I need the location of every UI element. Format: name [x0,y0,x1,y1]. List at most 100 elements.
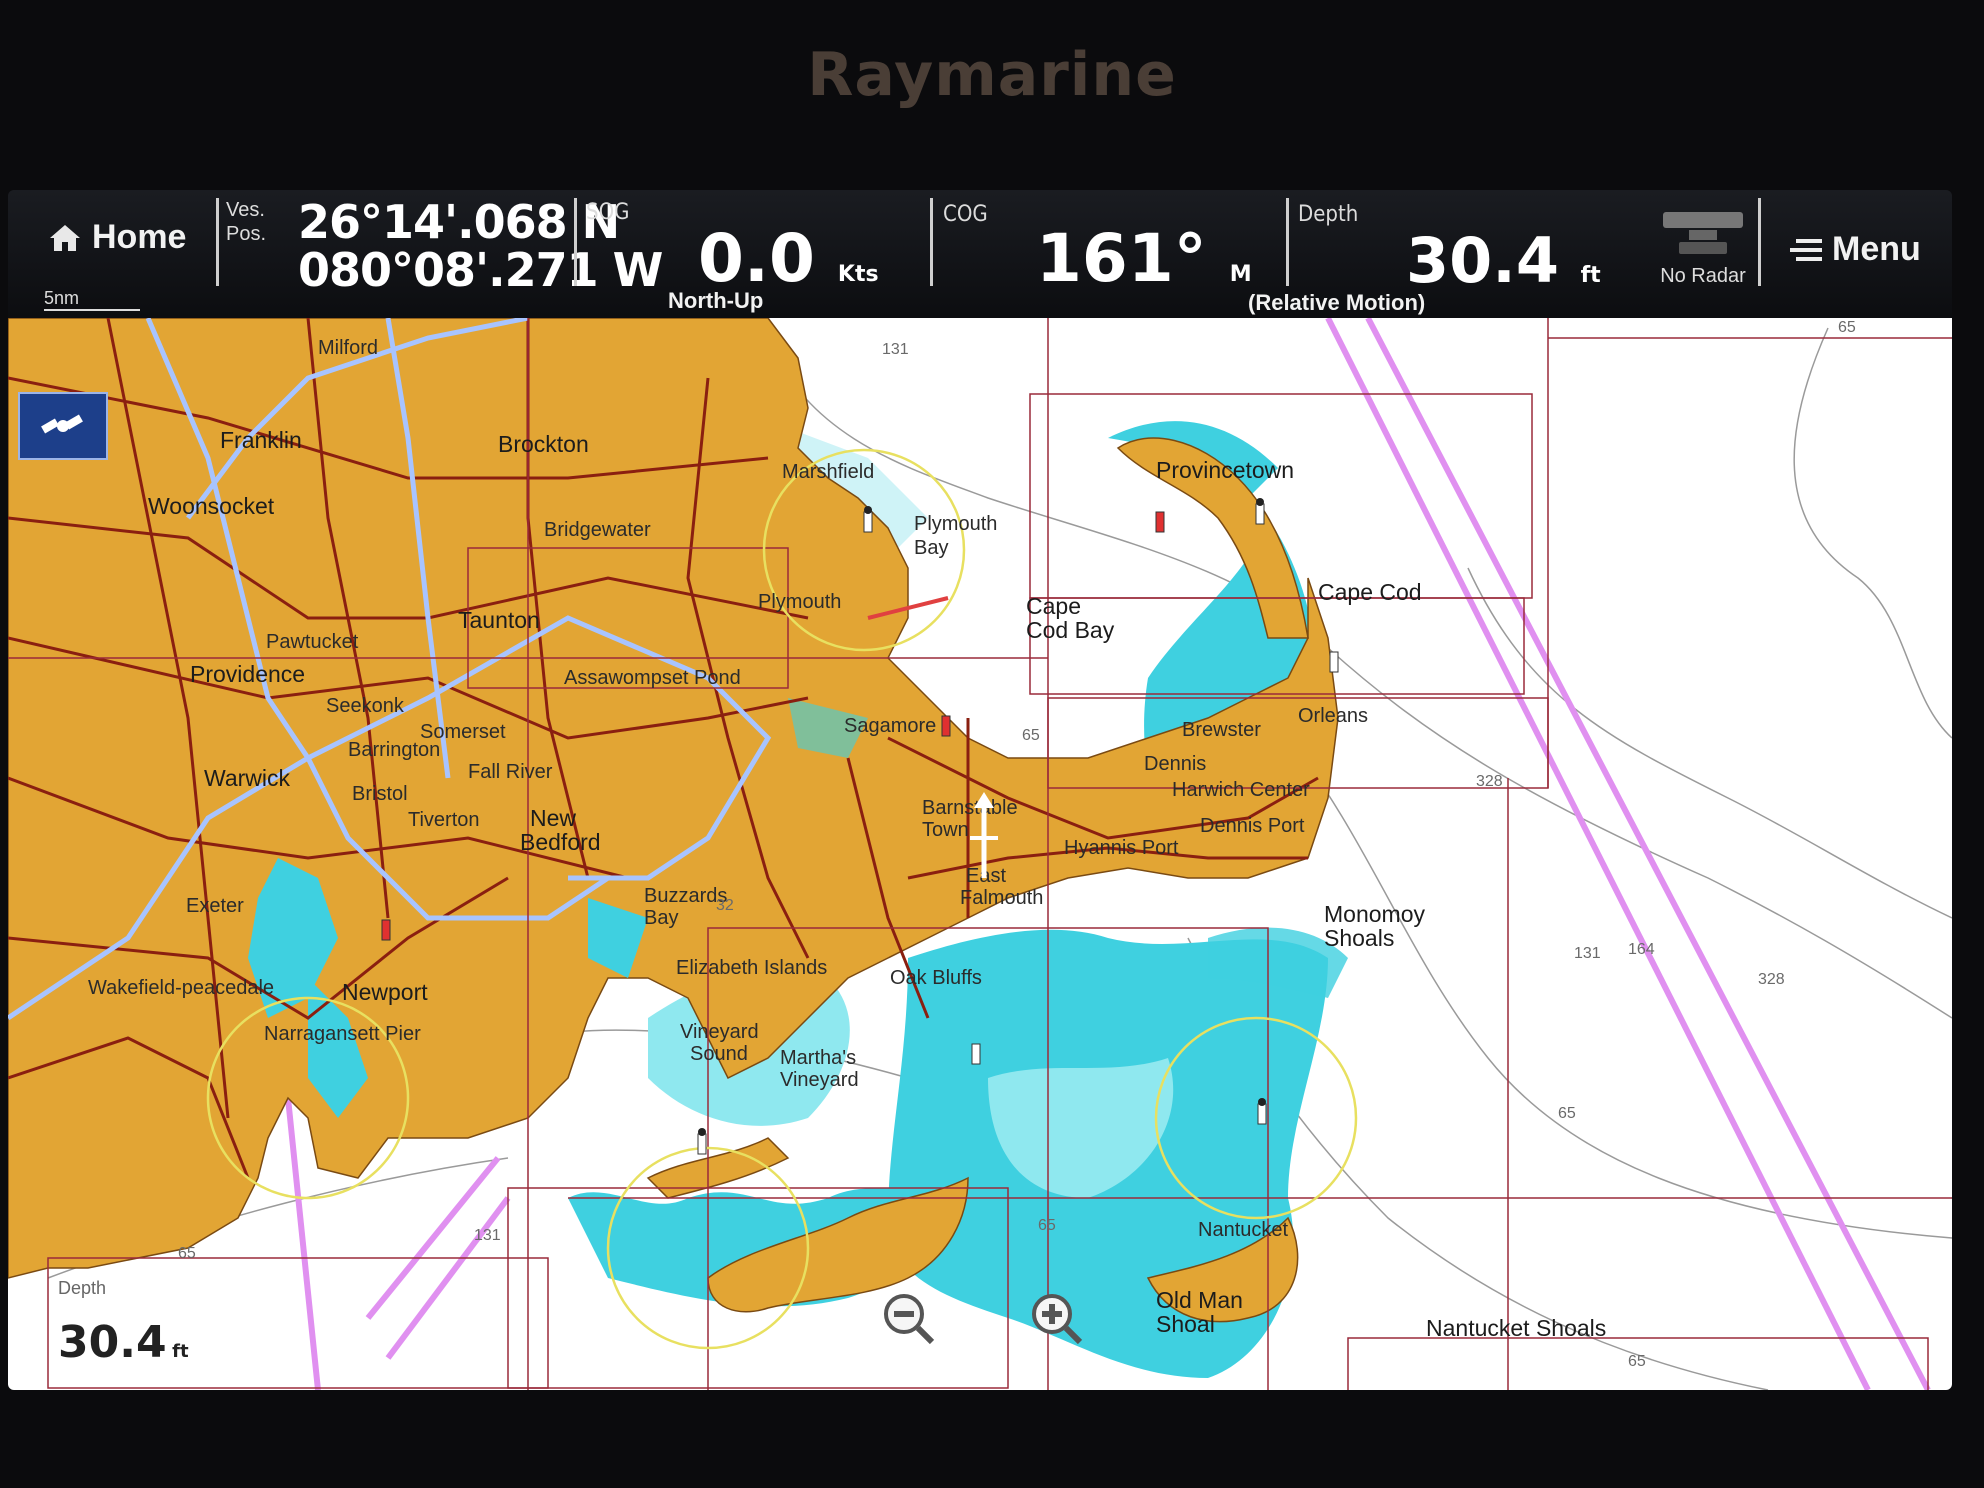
chartplotter-screen: Home 5nm Ves. Pos. 26°14'.068 N 080°08'.… [8,190,1952,1390]
place-label: Bridgewater [544,519,651,541]
place-label: Assawompset Pond [564,667,741,689]
depth-sounding: 131 [474,1227,501,1244]
place-label: Oak Bluffs [890,967,982,989]
depth-widget-value: 30.4 [58,1317,167,1368]
place-label: Harwich Center [1172,779,1310,801]
place-label: Vineyard [680,1021,759,1043]
cog-unit: M [1229,262,1252,287]
place-label: Provincetown [1156,457,1294,483]
divider [216,198,219,286]
scale-indicator: 5nm [44,288,140,311]
home-label: Home [92,218,187,256]
chart-mode-button[interactable] [18,392,108,460]
place-label: Hyannis Port [1064,837,1179,859]
place-label: Martha's [780,1047,856,1069]
place-label: Milford [318,337,378,359]
place-label: Elizabeth Islands [676,957,827,979]
divider [1286,198,1289,286]
place-label: Plymouth [914,513,997,535]
depth-sounding: 328 [1476,773,1503,790]
place-label: Exeter [186,895,244,917]
place-label: Bay [914,537,948,559]
buoy-icon [1257,1098,1267,1125]
place-label: Cape Cod [1318,579,1422,605]
menu-icon [1790,238,1822,261]
depth-widget: Depth 30.4 ft [58,1278,258,1378]
data-bar: Home 5nm Ves. Pos. 26°14'.068 N 080°08'.… [8,190,1952,318]
buoy-icon [971,1043,981,1065]
depth-sounding: 65 [1022,727,1040,744]
place-label: Barrington [348,739,440,761]
depth-sounding: 328 [1758,971,1785,988]
depth-sounding: 164 [1628,941,1655,958]
divider [574,198,577,286]
orientation-mode: North-Up [668,288,764,313]
buoy-icon [863,506,873,533]
vessel-position-label: Ves. Pos. [226,199,267,245]
place-label: Sagamore [844,715,936,737]
longitude: 080°08'.271 W [298,243,663,297]
depth-sounding: 65 [1038,1217,1056,1234]
place-label: Brockton [498,431,589,457]
buoy-icon [941,715,951,737]
place-label: Bay [644,907,678,929]
depth-sounding: 65 [1838,319,1856,336]
place-label: Brewster [1182,719,1261,741]
depth-sounding: 65 [1628,1353,1646,1370]
place-label: Dennis [1144,753,1206,775]
place-label: Newport [342,979,428,1005]
place-label: New [530,805,576,831]
depth-sounding: 65 [178,1245,196,1262]
place-label: Tiverton [408,809,480,831]
radar-icon [1663,212,1743,254]
depth-unit: ft [1580,263,1601,288]
radar-status-button[interactable]: No Radar [1648,208,1758,288]
buoy-icon [1329,651,1339,673]
zoom-in-icon [1032,1294,1083,1345]
place-label: Barnstable [922,797,1018,819]
home-button[interactable]: Home [48,218,186,257]
depth-sounding: 131 [1574,945,1601,962]
place-label: Old Man [1156,1287,1243,1313]
place-label: Monomoy [1324,901,1425,927]
place-label: Wakefield-peacedale [88,977,274,999]
place-label: Seekonk [326,695,405,717]
motion-mode: (Relative Motion) [1248,290,1426,315]
divider [930,198,933,286]
depth-value: 30.4 ft [1406,224,1601,297]
radar-label: No Radar [1660,265,1746,287]
place-label: Cape [1026,593,1081,619]
place-label: Bedford [520,829,601,855]
buoy-icon [1155,511,1165,533]
buoy-icon [697,1128,707,1155]
zoom-in-button[interactable] [1026,1288,1086,1348]
depth-widget-label: Depth [58,1278,107,1298]
menu-button[interactable]: Menu [1788,230,1921,269]
place-label: Shoals [1324,925,1394,951]
cog-label: COG [943,202,988,227]
place-label: Buzzards [644,885,727,907]
place-label: Nantucket [1198,1219,1288,1241]
satellite-icon [41,414,83,434]
place-label: Pawtucket [266,631,359,653]
place-label: Fall River [468,761,553,783]
chart-canvas[interactable]: Milford Franklin Brockton Woonsocket Tau… [8,318,1952,1390]
place-label: Woonsocket [148,493,275,519]
depth-label: Depth [1298,202,1359,227]
depth-widget-unit: ft [172,1341,189,1362]
nautical-chart[interactable]: Milford Franklin Brockton Woonsocket Tau… [8,318,1952,1390]
place-label: Taunton [458,607,540,633]
sog-unit: Kts [837,262,879,287]
sog-label: SOG [586,200,630,225]
place-label: Vineyard [780,1069,859,1091]
divider [1758,198,1761,286]
zoom-out-button[interactable] [878,1288,938,1348]
sog-value: 0.0 Kts [698,220,879,297]
place-label: Providence [190,661,305,687]
home-icon [50,224,80,251]
place-label: Cod Bay [1026,617,1115,643]
buoy-icon [381,919,391,941]
depth-sounding: 32 [716,897,734,914]
place-label: Nantucket Shoals [1426,1315,1606,1341]
depth-sounding: 131 [882,341,909,358]
